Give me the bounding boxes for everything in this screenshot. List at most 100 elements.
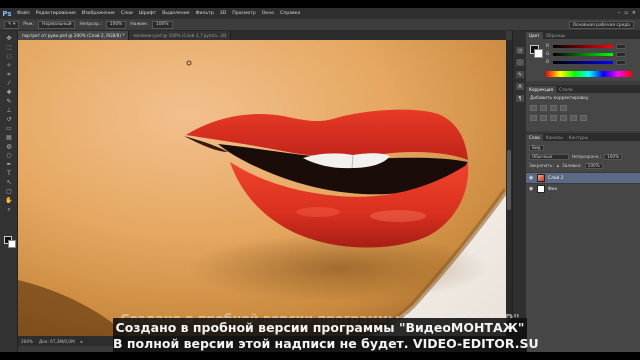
tab-channels[interactable]: Каналы bbox=[543, 134, 566, 141]
menu-filter[interactable]: Фильтр bbox=[193, 11, 217, 16]
exposure-icon[interactable] bbox=[560, 105, 567, 111]
workspace-select[interactable]: Основная рабочая среда bbox=[568, 21, 634, 29]
blend-mode-select[interactable]: Обычные bbox=[529, 153, 569, 160]
layer-opacity-field[interactable]: 100% bbox=[604, 153, 623, 160]
flow-field[interactable]: 100% bbox=[151, 20, 173, 29]
paragraph-icon[interactable]: ¶ bbox=[516, 95, 524, 102]
history-brush-tool-icon[interactable]: ↺ bbox=[4, 116, 14, 123]
lock-icon[interactable]: 🔒︎ bbox=[557, 163, 559, 168]
photo-filter-icon[interactable] bbox=[570, 115, 577, 121]
watermark-line-2: В полной версии этой надписи не будет. V… bbox=[113, 336, 539, 351]
brush-icon: ✎ ▾ bbox=[8, 22, 16, 27]
tab-portrait[interactable]: портрет от руки.psd @ 200% (Слой 2, RGB/… bbox=[18, 31, 130, 40]
menu-file[interactable]: Файл bbox=[14, 11, 33, 16]
maximize-button[interactable]: ▫ bbox=[624, 10, 627, 16]
tab-styles[interactable]: Стили bbox=[556, 86, 575, 93]
lasso-tool-icon[interactable]: ◌ bbox=[4, 53, 14, 60]
options-bar: ✎ ▾ Реж: Нормальный Непрозр.: 100% Нажим… bbox=[0, 19, 640, 31]
hue-saturation-icon[interactable] bbox=[540, 115, 547, 121]
visibility-eye-icon[interactable]: ◉ bbox=[529, 186, 534, 192]
color-balance-icon[interactable] bbox=[550, 115, 557, 121]
pen-tool-icon[interactable]: ✒ bbox=[4, 161, 14, 168]
close-button[interactable]: × bbox=[632, 10, 636, 16]
layer-row[interactable]: ◉ Фон bbox=[526, 183, 640, 194]
menu-edit[interactable]: Редактирование bbox=[33, 11, 79, 16]
color-panel-tabs: Цвет Образцы bbox=[526, 31, 640, 39]
menu-layers[interactable]: Слои bbox=[118, 11, 136, 16]
menu-window[interactable]: Окно bbox=[259, 11, 277, 16]
minimize-button[interactable]: – bbox=[618, 10, 621, 16]
tab-swatches[interactable]: Образцы bbox=[543, 32, 569, 39]
levels-icon[interactable] bbox=[540, 105, 547, 111]
menu-help[interactable]: Справка bbox=[277, 11, 303, 16]
quick-select-tool-icon[interactable]: ✧ bbox=[4, 62, 14, 69]
document-canvas[interactable] bbox=[18, 40, 506, 336]
healing-tool-icon[interactable]: ✚ bbox=[4, 89, 14, 96]
layer-name[interactable]: Фон bbox=[548, 187, 557, 192]
type-tool-icon[interactable]: T bbox=[4, 170, 14, 177]
crop-tool-icon[interactable]: ⌗ bbox=[4, 71, 14, 78]
shape-tool-icon[interactable]: ▢ bbox=[4, 188, 14, 195]
adjustments-title: Добавить корректировку bbox=[530, 96, 589, 101]
layer-name[interactable]: Слой 2 bbox=[548, 176, 564, 181]
zoom-tool-icon[interactable]: ⌕ bbox=[4, 206, 14, 213]
history-icon[interactable]: ◷ bbox=[516, 47, 524, 54]
eraser-tool-icon[interactable]: ▭ bbox=[4, 125, 14, 132]
menu-3d[interactable]: 3D bbox=[217, 11, 229, 16]
dodge-tool-icon[interactable]: ○ bbox=[4, 152, 14, 159]
black-white-icon[interactable] bbox=[560, 115, 567, 121]
photoshop-logo: Ps bbox=[2, 9, 12, 18]
visibility-eye-icon[interactable]: ◉ bbox=[529, 175, 534, 181]
letterbox-bottom bbox=[0, 352, 640, 360]
red-slider[interactable]: R bbox=[546, 43, 626, 49]
tab-melomane[interactable]: меломан.psd @ 100% (Слой 3, Группа.../8) bbox=[129, 31, 232, 40]
brightness-icon[interactable] bbox=[530, 105, 537, 111]
status-arrow-icon[interactable]: ▸ bbox=[81, 339, 83, 344]
menu-bar: Ps Файл Редактирование Изображение Слои … bbox=[0, 8, 640, 19]
brush-tool-icon[interactable]: ✎ bbox=[4, 98, 14, 105]
tab-paths[interactable]: Контуры bbox=[566, 134, 591, 141]
fill-label: Заливка: bbox=[562, 163, 582, 168]
scrollbar-thumb[interactable] bbox=[507, 150, 511, 210]
background-color-swatch[interactable] bbox=[8, 240, 16, 248]
menu-image[interactable]: Изображение bbox=[79, 11, 118, 16]
menu-type[interactable]: Шрифт bbox=[136, 11, 159, 16]
green-slider[interactable]: G bbox=[546, 51, 626, 57]
zoom-level[interactable]: 200% bbox=[21, 339, 33, 344]
layer-fill-field[interactable]: 100% bbox=[584, 162, 603, 169]
opacity-field[interactable]: 100% bbox=[105, 20, 127, 29]
tab-color[interactable]: Цвет bbox=[526, 32, 543, 39]
marquee-tool-icon[interactable]: ⬚ bbox=[4, 44, 14, 51]
menu-select[interactable]: Выделение bbox=[159, 11, 192, 16]
channel-mixer-icon[interactable] bbox=[580, 115, 587, 121]
layer-kind-select[interactable]: Вид bbox=[529, 144, 544, 151]
mode-select[interactable]: Нормальный bbox=[38, 20, 76, 29]
watermark-line-1: Создано в пробной версии программы "Виде… bbox=[115, 320, 525, 335]
vibrance-icon[interactable] bbox=[530, 115, 537, 121]
move-tool-icon[interactable]: ✥ bbox=[4, 35, 14, 42]
hand-tool-icon[interactable]: ✋ bbox=[4, 197, 14, 204]
stamp-tool-icon[interactable]: ⊥ bbox=[4, 107, 14, 114]
layer-row[interactable]: ◉ Слой 2 bbox=[526, 172, 640, 183]
brush-preset-picker[interactable]: ✎ ▾ bbox=[4, 20, 20, 29]
eyedropper-tool-icon[interactable]: ⁄ bbox=[4, 80, 14, 87]
layer-opacity-label: Непрозрачн.: bbox=[572, 154, 602, 159]
tab-adjustments[interactable]: Коррекция bbox=[526, 86, 557, 93]
path-select-tool-icon[interactable]: ↖ bbox=[4, 179, 14, 186]
layer-filter-row: Вид bbox=[529, 144, 544, 151]
character-icon[interactable]: A bbox=[516, 83, 524, 90]
curves-icon[interactable] bbox=[550, 105, 557, 111]
letterbox-top bbox=[0, 0, 640, 8]
blur-tool-icon[interactable]: ◍ bbox=[4, 143, 14, 150]
menu-view[interactable]: Просмотр bbox=[229, 11, 259, 16]
photoshop-window: Ps Файл Редактирование Изображение Слои … bbox=[0, 8, 640, 352]
blue-slider[interactable]: B bbox=[546, 59, 626, 65]
info-icon[interactable]: ⓘ bbox=[516, 59, 524, 66]
tab-layers[interactable]: Слои bbox=[526, 134, 543, 141]
lock-label: Закрепить: bbox=[529, 163, 554, 168]
brush-panel-icon[interactable]: ✎ bbox=[516, 71, 524, 78]
gradient-tool-icon[interactable]: ▤ bbox=[4, 134, 14, 141]
window-controls: – ▫ × bbox=[618, 10, 636, 16]
color-panel-background[interactable] bbox=[534, 49, 543, 58]
color-spectrum[interactable] bbox=[546, 71, 632, 77]
